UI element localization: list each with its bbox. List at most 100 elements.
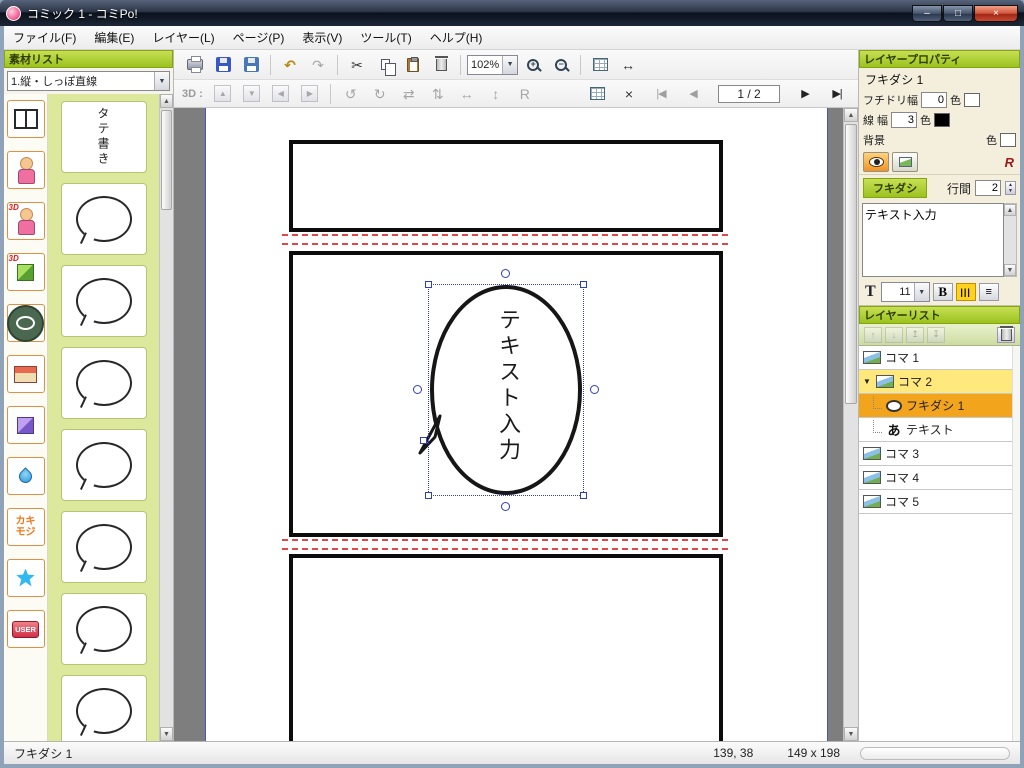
prev-page-button[interactable]: ◀	[680, 82, 706, 106]
scroll-down-icon[interactable]: ▼	[160, 727, 173, 741]
canvas[interactable]: テキスト入力 ▲ ▼	[174, 108, 858, 741]
spinner-down-icon[interactable]: ▼	[1006, 188, 1015, 194]
materials-scrollbar-thumb[interactable]	[161, 110, 172, 210]
menu-view[interactable]: 表示(V)	[293, 25, 351, 50]
visibility-toggle-button[interactable]	[863, 152, 889, 172]
layer-row-koma-5[interactable]: コマ 5	[859, 490, 1012, 514]
menu-help[interactable]: ヘルプ(H)	[421, 25, 492, 50]
zoom-out-button[interactable]: −	[548, 53, 574, 77]
scroll-down-icon[interactable]: ▼	[1004, 264, 1016, 276]
minimize-button[interactable]: –	[912, 4, 942, 22]
font-size-combo[interactable]: 11 ▼	[880, 282, 930, 302]
background-color-swatch[interactable]	[1000, 133, 1016, 147]
menu-tools[interactable]: ツール(T)	[351, 25, 420, 50]
text-scrollbar-track[interactable]	[1004, 216, 1016, 264]
expander-icon[interactable]: ▼	[863, 377, 872, 386]
layer-list-scrollbar[interactable]	[1012, 346, 1020, 741]
layer-row-koma-1[interactable]: コマ 1	[859, 346, 1012, 370]
line-width-input[interactable]	[891, 112, 917, 128]
undo-button[interactable]: ↶	[277, 53, 303, 77]
material-thumb-balloon-7[interactable]	[60, 675, 147, 741]
first-page-button[interactable]: |◀	[648, 82, 674, 106]
close-button[interactable]: ×	[974, 4, 1018, 22]
material-thumb-balloon-3[interactable]	[60, 347, 147, 419]
3d-move-up-button[interactable]: ▲	[210, 82, 236, 106]
layer-move-top-button[interactable]: ↥	[906, 326, 924, 343]
handle-ne[interactable]	[580, 281, 587, 288]
paste-button[interactable]	[400, 53, 426, 77]
canvas-scrollbar[interactable]: ▲ ▼	[843, 108, 858, 741]
layer-row-text[interactable]: あ テキスト	[859, 418, 1012, 442]
3d-scale-horizontal-button[interactable]: ↔	[454, 82, 480, 106]
layer-move-bottom-button[interactable]: ↧	[927, 326, 945, 343]
redo-button[interactable]: ↷	[305, 53, 331, 77]
material-thumb-tategaki[interactable]: タテ書き	[60, 101, 147, 173]
font-size-dropdown-icon[interactable]: ▼	[913, 283, 929, 301]
menu-layer[interactable]: レイヤー(L)	[143, 25, 223, 50]
text-align-button[interactable]: ≡	[978, 283, 999, 301]
material-thumb-balloon-6[interactable]	[60, 593, 147, 665]
comic-panel-1[interactable]	[289, 140, 723, 232]
frame-tool-button[interactable]	[6, 100, 45, 138]
material-thumb-balloon-4[interactable]	[60, 429, 147, 501]
menu-file[interactable]: ファイル(F)	[4, 25, 85, 50]
handle-sw[interactable]	[425, 492, 432, 499]
line-spacing-spinner[interactable]: ▲ ▼	[1005, 181, 1016, 195]
print-button[interactable]	[182, 53, 208, 77]
3d-flip-horizontal-button[interactable]: ⇄	[396, 82, 422, 106]
handle-nw[interactable]	[425, 281, 432, 288]
delete-page-button[interactable]: ×	[616, 82, 642, 106]
line-spacing-input[interactable]	[975, 180, 1002, 196]
kakimoji-tool-button[interactable]: カキモジ	[6, 508, 45, 546]
balloon-text-input[interactable]: テキスト入力	[862, 203, 1004, 277]
copy-button[interactable]	[372, 53, 398, 77]
handle-tail[interactable]	[420, 437, 427, 444]
handle-e[interactable]	[590, 385, 599, 394]
3d-move-left-button[interactable]: ◀	[268, 82, 294, 106]
material-thumb-balloon-5[interactable]	[60, 511, 147, 583]
3d-move-right-button[interactable]: ▶	[297, 82, 323, 106]
maximize-button[interactable]: □	[943, 4, 973, 22]
page-settings-button[interactable]	[584, 82, 610, 106]
layer-mode-button[interactable]	[892, 152, 918, 172]
next-page-button[interactable]: ▶	[792, 82, 818, 106]
effect-burst-tool-button[interactable]	[6, 559, 45, 597]
item-tool-button[interactable]	[6, 406, 45, 444]
character-3d-tool-button[interactable]: 3D	[6, 202, 45, 240]
material-thumb-balloon-2[interactable]	[60, 265, 147, 337]
material-category-dropdown[interactable]: 1.縦・しっぽ直線 ▼	[7, 71, 170, 91]
zoom-combo[interactable]: 102% ▼	[467, 54, 519, 75]
text-editor-scrollbar[interactable]: ▲ ▼	[1004, 203, 1017, 277]
material-thumb-balloon-1[interactable]	[60, 183, 147, 255]
menu-edit[interactable]: 編集(E)	[85, 25, 143, 50]
delete-button[interactable]	[428, 53, 454, 77]
canvas-scroll-down-icon[interactable]: ▼	[844, 727, 858, 741]
canvas-scrollbar-track[interactable]	[844, 122, 858, 727]
cut-button[interactable]: ✂	[344, 53, 370, 77]
zoom-in-button[interactable]: +	[520, 53, 546, 77]
3d-reset-button[interactable]: R	[512, 82, 538, 106]
3d-rotate-right-button[interactable]: ↻	[367, 82, 393, 106]
item-3d-tool-button[interactable]: 3D	[6, 253, 45, 291]
vertical-text-button[interactable]: |||	[955, 283, 976, 301]
effect-drop-tool-button[interactable]	[6, 457, 45, 495]
3d-move-down-button[interactable]: ▼	[239, 82, 265, 106]
user-material-tool-button[interactable]: USER	[6, 610, 45, 648]
materials-scrollbar[interactable]: ▲ ▼	[159, 94, 173, 741]
3d-flip-vertical-button[interactable]: ⇅	[425, 82, 451, 106]
handle-se[interactable]	[580, 492, 587, 499]
last-page-button[interactable]: ▶|	[824, 82, 850, 106]
grid-toggle-button[interactable]	[587, 53, 613, 77]
3d-rotate-left-button[interactable]: ↺	[338, 82, 364, 106]
balloon-tab[interactable]: フキダシ	[863, 178, 928, 198]
layer-row-fukidashi-1[interactable]: フキダシ 1	[859, 394, 1012, 418]
canvas-scroll-up-icon[interactable]: ▲	[844, 108, 858, 122]
layer-row-koma-2[interactable]: ▼ コマ 2	[859, 370, 1012, 394]
layer-row-koma-4[interactable]: コマ 4	[859, 466, 1012, 490]
balloon-tool-button[interactable]	[6, 304, 45, 342]
dropdown-arrow-icon[interactable]: ▼	[154, 72, 169, 90]
layer-row-koma-3[interactable]: コマ 3	[859, 442, 1012, 466]
line-color-swatch[interactable]	[934, 113, 950, 127]
character-tool-button[interactable]	[6, 151, 45, 189]
layer-move-down-button[interactable]: ↓	[885, 326, 903, 343]
